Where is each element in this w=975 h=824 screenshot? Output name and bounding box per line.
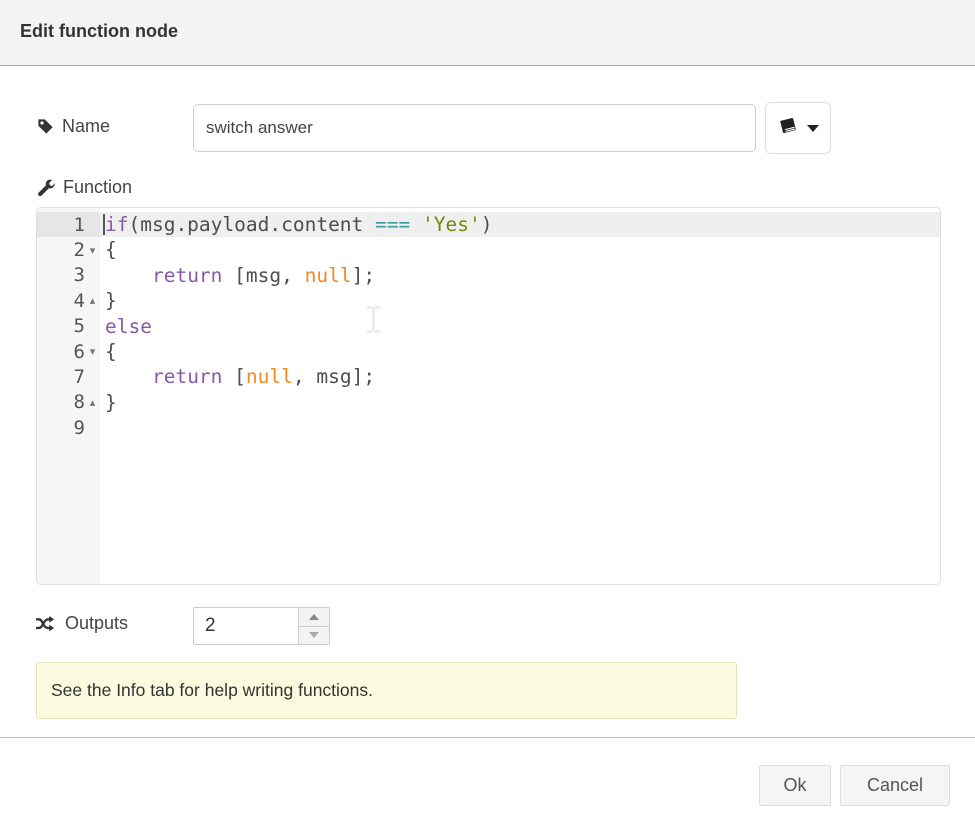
library-dropdown-button[interactable] — [765, 102, 831, 154]
editor-text-cursor — [103, 214, 105, 235]
spinner-buttons — [298, 608, 329, 644]
footer-divider — [0, 737, 975, 738]
gutter-line-9[interactable]: 9 — [37, 415, 100, 440]
dialog-header: Edit function node — [0, 0, 975, 66]
gutter-line-7[interactable]: 7 — [37, 364, 100, 389]
ok-button[interactable]: Ok — [759, 765, 831, 806]
form-tip: See the Info tab for help writing functi… — [36, 662, 737, 719]
gutter-line-8[interactable]: 8▴ — [37, 390, 100, 415]
cancel-button[interactable]: Cancel — [840, 765, 950, 806]
gutter-line-2[interactable]: 2▾ — [37, 237, 100, 262]
name-input[interactable] — [193, 104, 756, 152]
code-line-3[interactable]: return [msg, null]; — [100, 263, 940, 288]
fold-close-icon[interactable]: ▴ — [85, 396, 100, 409]
code-line-2[interactable]: { — [100, 237, 940, 262]
spinner-up-button[interactable] — [299, 608, 329, 627]
code-editor-lines[interactable]: if(msg.payload.content === 'Yes'){ retur… — [100, 208, 940, 584]
code-line-6[interactable]: { — [100, 339, 940, 364]
outputs-label-row: Outputs — [36, 613, 128, 634]
function-code-editor[interactable]: 12▾34▴56▾78▴9 if(msg.payload.content ===… — [36, 207, 941, 585]
code-line-8[interactable]: } — [100, 390, 940, 415]
outputs-spinner — [193, 607, 330, 645]
spinner-down-icon — [309, 632, 319, 638]
code-line-9[interactable] — [100, 415, 940, 440]
name-label: Name — [62, 116, 110, 137]
tip-text: See the Info tab for help writing functi… — [51, 680, 373, 701]
outputs-label: Outputs — [65, 613, 128, 634]
book-icon — [778, 116, 800, 141]
function-label: Function — [63, 177, 132, 198]
dialog-title: Edit function node — [20, 21, 178, 42]
shuffle-icon — [36, 615, 57, 632]
fold-open-icon[interactable]: ▾ — [85, 244, 100, 257]
spinner-up-icon — [309, 614, 319, 620]
gutter-line-6[interactable]: 6▾ — [37, 339, 100, 364]
fold-open-icon[interactable]: ▾ — [85, 345, 100, 358]
wrench-icon — [37, 179, 55, 197]
code-editor-gutter[interactable]: 12▾34▴56▾78▴9 — [37, 208, 100, 584]
fold-close-icon[interactable]: ▴ — [85, 294, 100, 307]
caret-down-icon — [807, 125, 819, 132]
gutter-line-4[interactable]: 4▴ — [37, 288, 100, 313]
function-label-row: Function — [37, 177, 132, 198]
gutter-line-1[interactable]: 1 — [37, 212, 100, 237]
edit-function-node-dialog: Edit function node Name — [0, 0, 975, 824]
spinner-down-button[interactable] — [299, 627, 329, 645]
gutter-line-5[interactable]: 5 — [37, 314, 100, 339]
outputs-input[interactable] — [194, 608, 298, 644]
name-label-row: Name — [37, 116, 110, 137]
code-line-5[interactable]: else — [100, 314, 940, 339]
code-line-1[interactable]: if(msg.payload.content === 'Yes') — [100, 212, 940, 237]
tag-icon — [37, 118, 54, 135]
code-line-7[interactable]: return [null, msg]; — [100, 364, 940, 389]
code-line-4[interactable]: } — [100, 288, 940, 313]
gutter-line-3[interactable]: 3 — [37, 263, 100, 288]
